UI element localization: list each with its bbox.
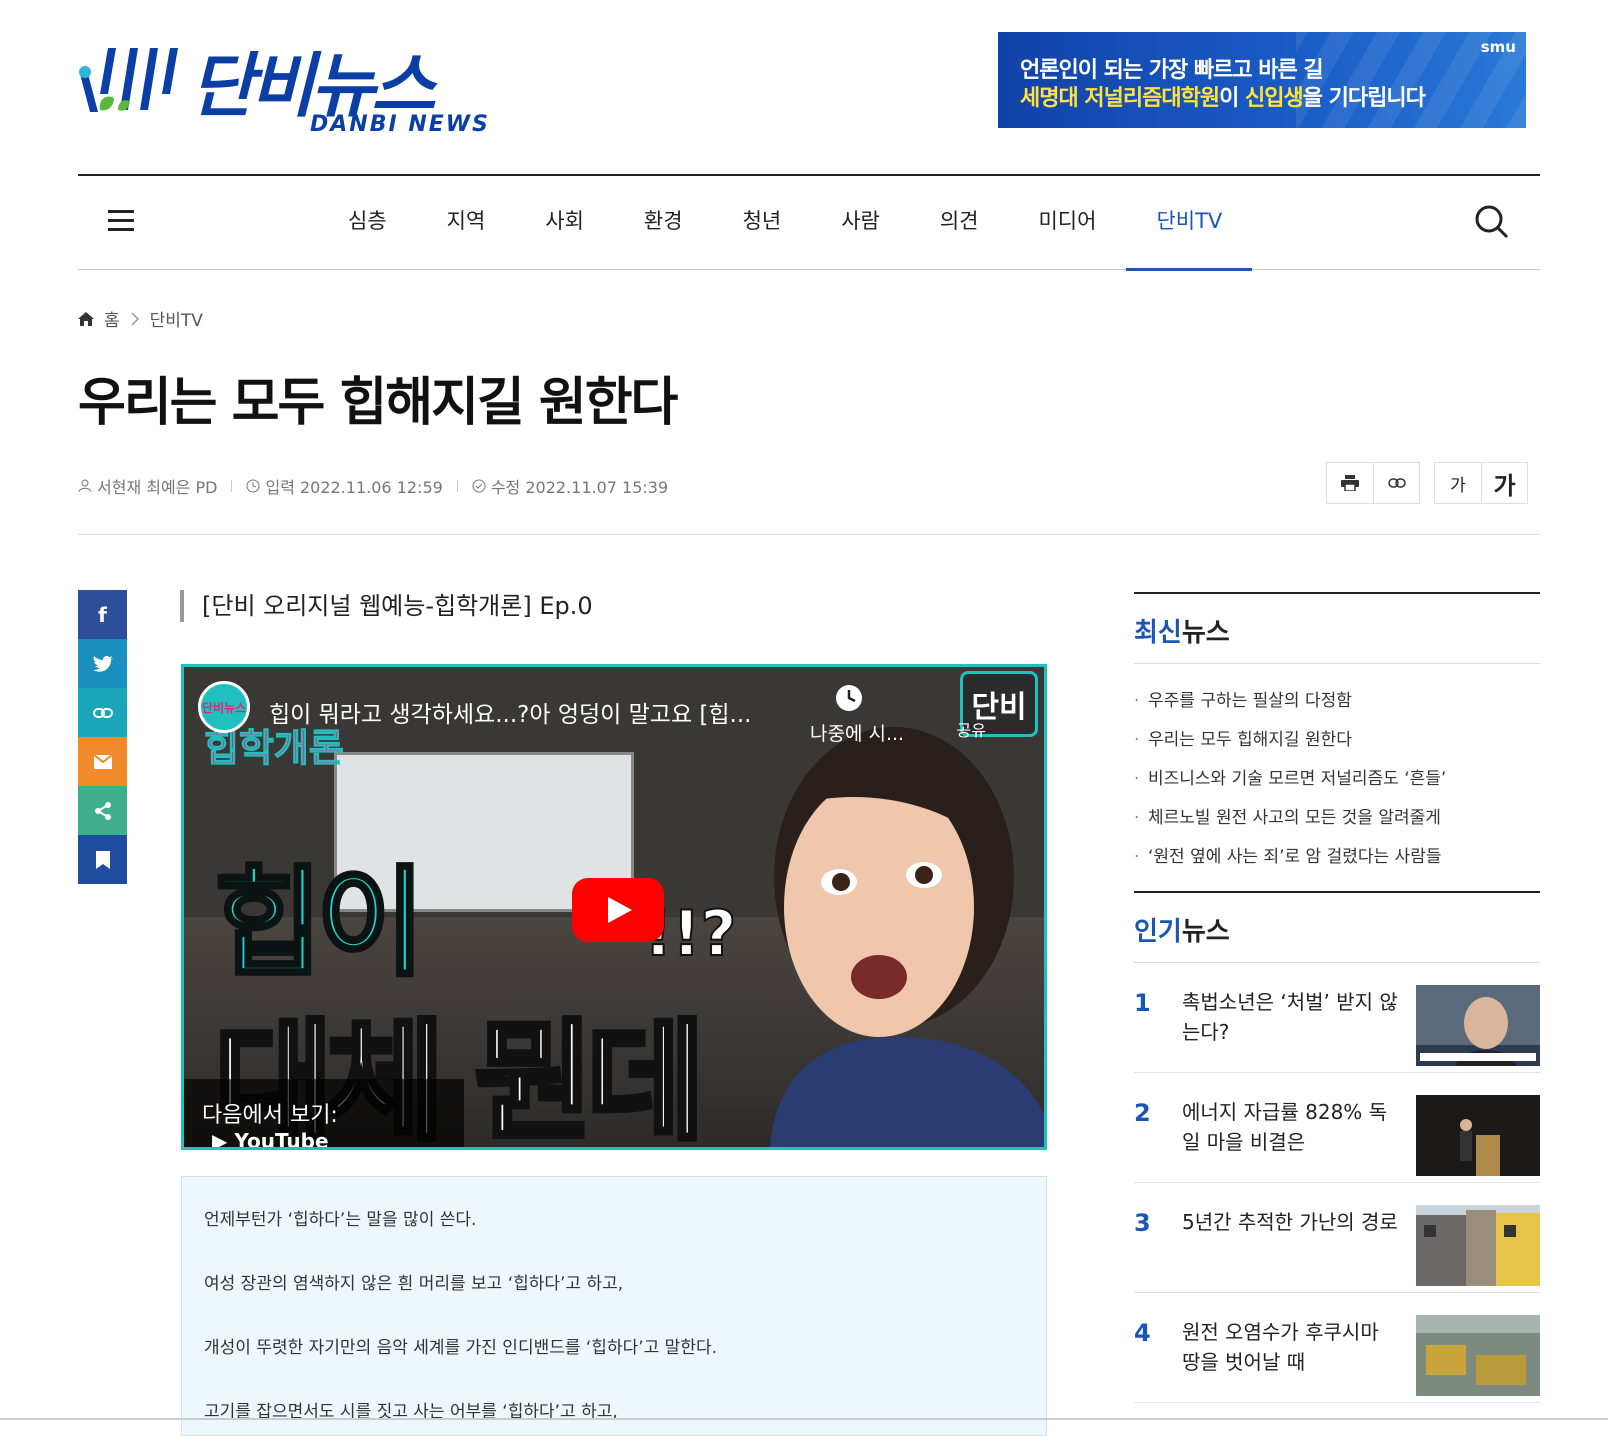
article-subtitle: [단비 오리지널 웹예능-힙학개론] Ep.0 bbox=[180, 590, 593, 622]
popular-title[interactable]: 5년간 추적한 가난의 경로 bbox=[1182, 1207, 1402, 1237]
breadcrumb-home[interactable]: 홈 bbox=[104, 306, 120, 331]
link-icon bbox=[92, 707, 113, 718]
popular-news-section: 인기뉴스 1 촉법소년은 ‘처벌’ 받지 않는다? 2 에너지 자급률 828%… bbox=[1134, 891, 1540, 1403]
popular-news-heading: 인기뉴스 bbox=[1134, 911, 1540, 963]
banner-brand: smu bbox=[1480, 38, 1516, 56]
user-icon bbox=[78, 479, 92, 493]
latest-news-item[interactable]: 우주를 구하는 필살의 다정함 bbox=[1134, 682, 1540, 721]
channel-avatar[interactable]: 단비뉴스 bbox=[198, 681, 250, 733]
chevron-right-icon bbox=[131, 311, 139, 326]
bookmark-icon bbox=[95, 850, 110, 869]
watch-later-label[interactable]: 나중에 시... bbox=[810, 719, 904, 746]
popular-news-item[interactable]: 4 원전 오염수가 후쿠시마 땅을 벗어날 때 bbox=[1134, 1293, 1540, 1403]
author: 서현재 최예은 PD bbox=[97, 478, 218, 497]
news-thumbnail[interactable] bbox=[1416, 1095, 1540, 1176]
print-icon bbox=[1341, 475, 1359, 491]
twitter-icon bbox=[92, 655, 113, 672]
nav-item-region[interactable]: 지역 bbox=[417, 176, 516, 270]
ad-banner[interactable]: smu 언론인이 되는 가장 빠르고 바른 길 세명대 저널리즘대학원이 신입생… bbox=[998, 32, 1526, 128]
modified-date: 수정 2022.11.07 15:39 bbox=[490, 478, 669, 497]
popular-news-item[interactable]: 3 5년간 추적한 가난의 경로 bbox=[1134, 1183, 1540, 1293]
breadcrumb: 홈 단비TV bbox=[78, 306, 203, 331]
font-size-increase-button[interactable]: 가 bbox=[1481, 463, 1527, 503]
published-date: 입력 2022.11.06 12:59 bbox=[265, 478, 443, 497]
site-header: 단비뉴스 DANBI NEWS smu 언론인이 되는 가장 빠르고 바른 길 … bbox=[78, 0, 1540, 160]
paragraph: 개성이 뚜렷한 자기만의 음악 세계를 가진 인디밴드를 ‘힙하다’고 말한다. bbox=[204, 1338, 718, 1358]
divider bbox=[78, 534, 1540, 535]
print-button[interactable] bbox=[1327, 463, 1373, 503]
nav-item-opinion[interactable]: 의견 bbox=[910, 176, 1009, 270]
nav-item-people[interactable]: 사람 bbox=[811, 176, 910, 270]
sidebar: 최신뉴스 우주를 구하는 필살의 다정함 우리는 모두 힙해지길 원한다 비즈니… bbox=[1134, 592, 1540, 1403]
nav-item-depth[interactable]: 심층 bbox=[318, 176, 417, 270]
nav-item-danbitv[interactable]: 단비TV bbox=[1126, 176, 1253, 271]
clock-icon bbox=[246, 479, 260, 493]
thumbnail-headline-1: 힙이 bbox=[212, 852, 427, 994]
latest-news-item[interactable]: 우리는 모두 힙해지길 원한다 bbox=[1134, 721, 1540, 760]
latest-news-heading: 최신뉴스 bbox=[1134, 612, 1540, 664]
twitter-share-button[interactable] bbox=[78, 639, 127, 688]
check-circle-icon bbox=[472, 479, 486, 493]
popular-news-item[interactable]: 2 에너지 자급률 828% 독일 마을 비결은 bbox=[1134, 1073, 1540, 1183]
logo-mark-icon bbox=[79, 48, 178, 112]
hamburger-menu-icon[interactable] bbox=[108, 210, 134, 232]
nav-item-media[interactable]: 미디어 bbox=[1008, 176, 1126, 270]
news-thumbnail[interactable] bbox=[1416, 985, 1540, 1066]
share-bar: f bbox=[78, 590, 127, 884]
nav-item-environment[interactable]: 환경 bbox=[614, 176, 713, 270]
share-button[interactable] bbox=[78, 786, 127, 835]
nav-item-youth[interactable]: 청년 bbox=[713, 176, 812, 270]
article-body: 언제부턴가 ‘힙하다’는 말을 많이 쓴다. 여성 장관의 염색하지 않은 흰 … bbox=[181, 1176, 1047, 1436]
watch-on-youtube[interactable]: 다음에서 보기:▶ YouTube bbox=[184, 1079, 464, 1150]
article-title: 우리는 모두 힙해지길 원한다 bbox=[78, 373, 678, 433]
youtube-embed[interactable]: 힙학개론 힙이 대체 뭔데 !!? 단비뉴스 힙이 뭐라고 생각하세요...?아… bbox=[181, 664, 1047, 1150]
breadcrumb-section[interactable]: 단비TV bbox=[150, 306, 203, 331]
rank: 3 bbox=[1134, 1209, 1151, 1237]
video-title[interactable]: 힙이 뭐라고 생각하세요...?아 엉덩이 말고요 [힙... bbox=[269, 695, 751, 729]
copy-link-button[interactable] bbox=[1373, 463, 1419, 503]
home-icon bbox=[78, 311, 94, 326]
article-tools: 가 가 bbox=[1326, 462, 1528, 504]
youtube-logo: ▶ YouTube bbox=[212, 1129, 329, 1150]
popular-title[interactable]: 원전 오염수가 후쿠시마 땅을 벗어날 때 bbox=[1182, 1317, 1402, 1377]
nav-menu: 심층 지역 사회 환경 청년 사람 의견 미디어 단비TV bbox=[318, 176, 1253, 271]
site-logo[interactable]: 단비뉴스 DANBI NEWS bbox=[78, 40, 498, 145]
mail-share-button[interactable] bbox=[78, 737, 127, 786]
bookmark-button[interactable] bbox=[78, 835, 127, 884]
paragraph: 여성 장관의 염색하지 않은 흰 머리를 보고 ‘힙하다’고 하고, bbox=[204, 1274, 624, 1294]
link-share-button[interactable] bbox=[78, 688, 127, 737]
search-icon[interactable] bbox=[1474, 204, 1510, 240]
rank: 2 bbox=[1134, 1099, 1151, 1127]
play-button-icon[interactable] bbox=[572, 878, 664, 942]
nav-item-society[interactable]: 사회 bbox=[515, 176, 614, 270]
rank: 4 bbox=[1134, 1319, 1151, 1347]
news-thumbnail[interactable] bbox=[1416, 1205, 1540, 1286]
rank: 1 bbox=[1134, 989, 1151, 1017]
watch-later-icon[interactable] bbox=[834, 683, 864, 713]
popular-news-item[interactable]: 1 촉법소년은 ‘처벌’ 받지 않는다? bbox=[1134, 963, 1540, 1073]
latest-news-item[interactable]: ‘원전 옆에 사는 죄’로 암 걸렸다는 사람들 bbox=[1134, 838, 1540, 877]
news-thumbnail[interactable] bbox=[1416, 1315, 1540, 1396]
share-icon bbox=[94, 801, 111, 820]
latest-news-item[interactable]: 체르노빌 원전 사고의 모든 것을 알려줄게 bbox=[1134, 799, 1540, 838]
popular-title[interactable]: 에너지 자급률 828% 독일 마을 비결은 bbox=[1182, 1097, 1402, 1157]
latest-news-section: 최신뉴스 우주를 구하는 필살의 다정함 우리는 모두 힙해지길 원한다 비즈니… bbox=[1134, 592, 1540, 891]
facebook-share-button[interactable]: f bbox=[78, 590, 127, 639]
share-label[interactable]: 공유 bbox=[957, 717, 986, 741]
font-size-decrease-button[interactable]: 가 bbox=[1435, 463, 1481, 503]
popular-title[interactable]: 촉법소년은 ‘처벌’ 받지 않는다? bbox=[1182, 987, 1402, 1047]
mail-icon bbox=[93, 754, 112, 769]
thumbnail-person-image bbox=[769, 727, 1044, 1147]
latest-news-item[interactable]: 비즈니스와 기술 모르면 저널리즘도 ‘흔들’ bbox=[1134, 760, 1540, 799]
paragraph: 고기를 잡으면서도 시를 짓고 사는 어부를 ‘힙하다’고 하고, bbox=[204, 1402, 618, 1422]
article-meta: 서현재 최예은 PD 입력 2022.11.06 12:59 수정 2022.1… bbox=[78, 474, 668, 498]
banner-line2: 세명대 저널리즘대학원이 신입생을 기다립니다 bbox=[1020, 86, 1426, 111]
main-nav: 심층 지역 사회 환경 청년 사람 의견 미디어 단비TV bbox=[78, 174, 1540, 271]
paragraph: 언제부턴가 ‘힙하다’는 말을 많이 쓴다. bbox=[204, 1210, 477, 1230]
link-icon bbox=[1387, 478, 1406, 488]
logo-text-en: DANBI NEWS bbox=[310, 112, 490, 137]
facebook-icon: f bbox=[98, 602, 107, 627]
